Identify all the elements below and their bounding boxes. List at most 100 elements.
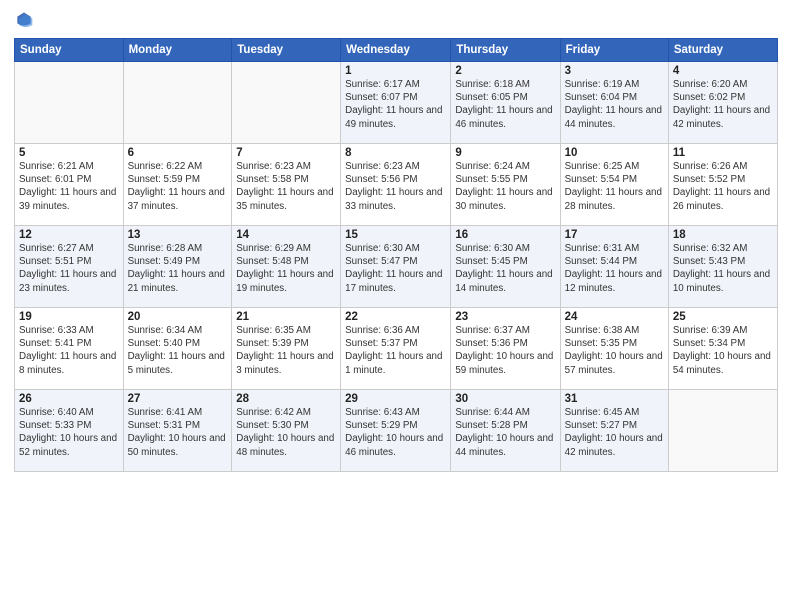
day-info: Sunrise: 6:23 AM Sunset: 5:58 PM Dayligh… [236,160,336,213]
calendar-table: SundayMondayTuesdayWednesdayThursdayFrid… [14,38,778,472]
day-number: 26 [19,393,119,405]
day-info: Sunrise: 6:43 AM Sunset: 5:29 PM Dayligh… [345,406,446,459]
day-cell: 1Sunrise: 6:17 AM Sunset: 6:07 PM Daylig… [341,62,451,144]
day-info: Sunrise: 6:32 AM Sunset: 5:43 PM Dayligh… [673,242,773,295]
day-number: 14 [236,229,336,241]
day-cell: 16Sunrise: 6:30 AM Sunset: 5:45 PM Dayli… [451,226,560,308]
day-info: Sunrise: 6:44 AM Sunset: 5:28 PM Dayligh… [455,406,555,459]
day-number: 6 [128,147,228,159]
day-info: Sunrise: 6:41 AM Sunset: 5:31 PM Dayligh… [128,406,228,459]
day-info: Sunrise: 6:26 AM Sunset: 5:52 PM Dayligh… [673,160,773,213]
day-number: 9 [455,147,555,159]
day-number: 22 [345,311,446,323]
day-number: 23 [455,311,555,323]
day-info: Sunrise: 6:23 AM Sunset: 5:56 PM Dayligh… [345,160,446,213]
day-cell: 31Sunrise: 6:45 AM Sunset: 5:27 PM Dayli… [560,390,668,472]
header [14,10,778,30]
day-cell: 18Sunrise: 6:32 AM Sunset: 5:43 PM Dayli… [668,226,777,308]
day-number: 12 [19,229,119,241]
day-cell: 17Sunrise: 6:31 AM Sunset: 5:44 PM Dayli… [560,226,668,308]
day-cell: 5Sunrise: 6:21 AM Sunset: 6:01 PM Daylig… [15,144,124,226]
day-info: Sunrise: 6:30 AM Sunset: 5:45 PM Dayligh… [455,242,555,295]
day-cell: 29Sunrise: 6:43 AM Sunset: 5:29 PM Dayli… [341,390,451,472]
day-info: Sunrise: 6:27 AM Sunset: 5:51 PM Dayligh… [19,242,119,295]
day-cell: 3Sunrise: 6:19 AM Sunset: 6:04 PM Daylig… [560,62,668,144]
day-number: 11 [673,147,773,159]
day-info: Sunrise: 6:40 AM Sunset: 5:33 PM Dayligh… [19,406,119,459]
week-row-1: 5Sunrise: 6:21 AM Sunset: 6:01 PM Daylig… [15,144,778,226]
day-number: 25 [673,311,773,323]
day-cell: 11Sunrise: 6:26 AM Sunset: 5:52 PM Dayli… [668,144,777,226]
day-cell: 23Sunrise: 6:37 AM Sunset: 5:36 PM Dayli… [451,308,560,390]
header-tuesday: Tuesday [232,39,341,62]
week-row-0: 1Sunrise: 6:17 AM Sunset: 6:07 PM Daylig… [15,62,778,144]
day-cell [668,390,777,472]
day-cell: 13Sunrise: 6:28 AM Sunset: 5:49 PM Dayli… [123,226,232,308]
logo [14,10,36,30]
day-cell: 14Sunrise: 6:29 AM Sunset: 5:48 PM Dayli… [232,226,341,308]
day-info: Sunrise: 6:25 AM Sunset: 5:54 PM Dayligh… [565,160,664,213]
day-cell: 2Sunrise: 6:18 AM Sunset: 6:05 PM Daylig… [451,62,560,144]
day-info: Sunrise: 6:19 AM Sunset: 6:04 PM Dayligh… [565,78,664,131]
day-cell: 19Sunrise: 6:33 AM Sunset: 5:41 PM Dayli… [15,308,124,390]
day-number: 5 [19,147,119,159]
day-cell: 9Sunrise: 6:24 AM Sunset: 5:55 PM Daylig… [451,144,560,226]
day-info: Sunrise: 6:42 AM Sunset: 5:30 PM Dayligh… [236,406,336,459]
day-info: Sunrise: 6:35 AM Sunset: 5:39 PM Dayligh… [236,324,336,377]
day-number: 20 [128,311,228,323]
day-number: 27 [128,393,228,405]
day-info: Sunrise: 6:31 AM Sunset: 5:44 PM Dayligh… [565,242,664,295]
day-number: 29 [345,393,446,405]
logo-icon [14,10,34,30]
day-cell: 26Sunrise: 6:40 AM Sunset: 5:33 PM Dayli… [15,390,124,472]
day-number: 4 [673,65,773,77]
day-info: Sunrise: 6:29 AM Sunset: 5:48 PM Dayligh… [236,242,336,295]
day-cell [232,62,341,144]
week-row-2: 12Sunrise: 6:27 AM Sunset: 5:51 PM Dayli… [15,226,778,308]
page: SundayMondayTuesdayWednesdayThursdayFrid… [0,0,792,612]
day-number: 7 [236,147,336,159]
day-number: 17 [565,229,664,241]
day-number: 10 [565,147,664,159]
header-wednesday: Wednesday [341,39,451,62]
day-number: 15 [345,229,446,241]
day-info: Sunrise: 6:30 AM Sunset: 5:47 PM Dayligh… [345,242,446,295]
day-number: 3 [565,65,664,77]
day-number: 8 [345,147,446,159]
header-monday: Monday [123,39,232,62]
header-friday: Friday [560,39,668,62]
calendar-header-row: SundayMondayTuesdayWednesdayThursdayFrid… [15,39,778,62]
day-info: Sunrise: 6:39 AM Sunset: 5:34 PM Dayligh… [673,324,773,377]
day-cell: 4Sunrise: 6:20 AM Sunset: 6:02 PM Daylig… [668,62,777,144]
day-cell: 30Sunrise: 6:44 AM Sunset: 5:28 PM Dayli… [451,390,560,472]
day-info: Sunrise: 6:18 AM Sunset: 6:05 PM Dayligh… [455,78,555,131]
day-number: 2 [455,65,555,77]
day-cell: 24Sunrise: 6:38 AM Sunset: 5:35 PM Dayli… [560,308,668,390]
day-info: Sunrise: 6:17 AM Sunset: 6:07 PM Dayligh… [345,78,446,131]
day-info: Sunrise: 6:21 AM Sunset: 6:01 PM Dayligh… [19,160,119,213]
day-number: 13 [128,229,228,241]
week-row-3: 19Sunrise: 6:33 AM Sunset: 5:41 PM Dayli… [15,308,778,390]
day-cell: 12Sunrise: 6:27 AM Sunset: 5:51 PM Dayli… [15,226,124,308]
day-number: 1 [345,65,446,77]
day-cell [123,62,232,144]
day-number: 18 [673,229,773,241]
day-cell: 27Sunrise: 6:41 AM Sunset: 5:31 PM Dayli… [123,390,232,472]
day-cell: 22Sunrise: 6:36 AM Sunset: 5:37 PM Dayli… [341,308,451,390]
day-number: 21 [236,311,336,323]
day-cell: 10Sunrise: 6:25 AM Sunset: 5:54 PM Dayli… [560,144,668,226]
day-number: 24 [565,311,664,323]
day-number: 16 [455,229,555,241]
day-cell: 20Sunrise: 6:34 AM Sunset: 5:40 PM Dayli… [123,308,232,390]
day-number: 28 [236,393,336,405]
header-saturday: Saturday [668,39,777,62]
day-number: 31 [565,393,664,405]
day-number: 19 [19,311,119,323]
day-cell: 28Sunrise: 6:42 AM Sunset: 5:30 PM Dayli… [232,390,341,472]
header-sunday: Sunday [15,39,124,62]
day-info: Sunrise: 6:37 AM Sunset: 5:36 PM Dayligh… [455,324,555,377]
day-cell: 6Sunrise: 6:22 AM Sunset: 5:59 PM Daylig… [123,144,232,226]
header-thursday: Thursday [451,39,560,62]
day-info: Sunrise: 6:24 AM Sunset: 5:55 PM Dayligh… [455,160,555,213]
day-info: Sunrise: 6:38 AM Sunset: 5:35 PM Dayligh… [565,324,664,377]
